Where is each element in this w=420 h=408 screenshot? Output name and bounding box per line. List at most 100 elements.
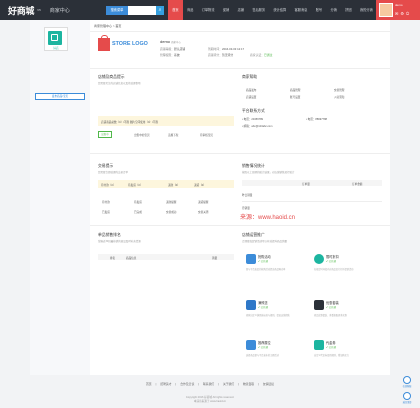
order-item[interactable]: 已发货	[102, 210, 110, 214]
promo-tile-voucher[interactable]: 代金券 ✔ 已开通 自定义代金券使用规则，增加购买力	[314, 338, 370, 368]
nav-item[interactable]: 店铺	[233, 0, 248, 20]
promo-tile-booth[interactable]: 推荐展位 ✔ 已开通 选择商品参与平台发布的主题活动	[246, 338, 302, 368]
help-item[interactable]: 商品管理	[290, 88, 300, 92]
promo-section-sub: 合理参加促销活动可以有效提升商品销量	[242, 240, 288, 243]
logout-icon[interactable]: ⏻	[406, 11, 409, 16]
nav-item[interactable]: 我的分销	[356, 0, 377, 20]
promo-tile-status-text: 已开通	[260, 306, 268, 309]
promo-tile-discount[interactable]: 限时折扣 ✔ 已开通 在规定时间段内对商品实行打折促销活动	[314, 252, 370, 282]
avatar[interactable]	[379, 3, 393, 17]
footer-link[interactable]: 首页	[146, 382, 152, 386]
sales-section-title: 销售情况统计	[242, 164, 265, 168]
discount-icon	[314, 254, 324, 264]
promo-tile-status-text: 已开通	[328, 346, 336, 349]
sales-row-label: 昨日销量	[242, 194, 253, 197]
selling-tag[interactable]: 出售中	[98, 131, 112, 138]
breadcrumb: 商家管理中心 > 首页	[94, 24, 122, 28]
username: demo	[395, 3, 403, 7]
footer-link[interactable]: 友情链接	[263, 382, 274, 386]
online-service-label: 在线客服	[402, 386, 412, 388]
nav-item[interactable]: 账号	[312, 0, 327, 20]
promo-tile-desc: 商品优惠套装、多重搭配更多实惠	[314, 315, 347, 317]
orders-tab[interactable]: 退款（0）	[168, 183, 180, 187]
menu-search[interactable]: 搜索菜单 ⌕	[106, 6, 164, 15]
sales-section-sub: 按照以上日期的统计结果，对店铺销售进行统计	[242, 171, 295, 174]
contact-mobile: • 电话：88997788	[306, 118, 327, 121]
nav-item[interactable]: 客服消息	[290, 0, 311, 20]
footer-separator: |	[175, 382, 177, 386]
promo-tile-groupbuy[interactable]: 抢购活动 ✔ 已开通 参与平台发起的抢购活动提高商品曝光率	[246, 252, 302, 282]
order-item[interactable]: 已完成	[134, 210, 142, 214]
promo-tile-status: ✔ 已开通	[258, 306, 268, 309]
shop-logo-icon	[48, 31, 62, 45]
footer-link[interactable]: 联系我们	[203, 382, 214, 386]
goods-item-pending[interactable]: 待审核宝贝	[200, 133, 213, 137]
help-item[interactable]: 店铺设置	[246, 95, 256, 99]
goods-notice: 店铺商品总数（0）/不限 图片空间使用（0）/不限	[98, 116, 234, 126]
user-box[interactable]: demo ✉ ⚙ ⏻	[376, 0, 420, 20]
nav-item[interactable]: 统计结算	[269, 0, 290, 20]
rank-col: 商品信息	[126, 256, 137, 260]
publish-goods-button[interactable]: 发布商品/宝贝	[35, 93, 85, 100]
divider	[242, 201, 382, 202]
shop-score-value: 暂无评分	[222, 53, 234, 57]
nav-item[interactable]: 商品	[183, 0, 198, 20]
sales-row-label: 月销量	[242, 207, 250, 210]
nav-item[interactable]: 售后服务	[248, 0, 269, 20]
help-item[interactable]: 交易管理	[334, 88, 344, 92]
shop-type-value[interactable]: 系统	[174, 53, 180, 57]
booth-icon	[246, 340, 256, 350]
help-item[interactable]: 商品发布	[246, 88, 256, 92]
orders-tab[interactable]: 退货（0）	[194, 183, 206, 187]
sales-col: 订单金额	[352, 182, 363, 186]
orders-tab[interactable]: 待发货（0）	[128, 183, 142, 187]
orders-tab[interactable]: 待付款（0）	[101, 183, 115, 187]
back-to-top-button[interactable]: 返回顶部	[400, 392, 414, 404]
help-item[interactable]: 入驻须知	[334, 95, 344, 99]
main-panel: 商家管理中心 > 首页 STORE LOGO demo 商家中心 店铺等级：默认…	[90, 20, 390, 375]
search-icon[interactable]: ⌕	[156, 6, 164, 15]
store-logo: STORE LOGO	[98, 35, 148, 52]
order-item[interactable]: 交易成功	[166, 210, 176, 214]
footer-link[interactable]: 招聘英才	[160, 382, 171, 386]
order-item[interactable]: 退款提醒	[166, 200, 176, 204]
promo-tile-bundle[interactable]: 优惠套装 ✔ 已开通 商品优惠套装、多重搭配更多实惠	[314, 298, 370, 328]
online-service-button[interactable]: 在线客服	[400, 376, 414, 388]
goods-item-violation[interactable]: 违规下架	[168, 133, 178, 137]
store-logo-text: STORE LOGO	[112, 41, 148, 47]
gear-icon[interactable]: ⚙	[400, 11, 404, 16]
order-item[interactable]: 待发货	[134, 200, 142, 204]
search-select[interactable]: 搜索菜单	[106, 6, 128, 15]
nav-item[interactable]: 促销	[219, 0, 234, 20]
site-logo[interactable]: 好商城	[8, 4, 34, 17]
lightning-icon	[246, 254, 256, 264]
footer-link[interactable]: 物流自取	[243, 382, 254, 386]
nav-item[interactable]: 首页	[168, 0, 183, 20]
shop-level-label: 店铺等级	[160, 47, 172, 51]
help-item[interactable]: 账号设置	[290, 95, 300, 99]
shop-score: 店铺评分：暂无评分	[208, 53, 234, 57]
promo-tile-desc: 自定义代金券使用规则，增加购买力	[314, 355, 349, 357]
divider	[90, 68, 390, 69]
order-item[interactable]: 交易关闭	[198, 210, 208, 214]
order-item[interactable]: 退货提醒	[198, 200, 208, 204]
order-item[interactable]: 待付款	[102, 200, 110, 204]
footer-link[interactable]: 合作及洽谈	[180, 382, 194, 386]
footer-copyright: Copyright 2016 好商城 All rights reserved. …	[0, 395, 420, 403]
brand[interactable]: 好商城 V5 商家中心	[8, 4, 70, 17]
contact-email: • 邮箱：abc@123abc.com	[242, 125, 273, 128]
nav-item[interactable]: 拼团	[341, 0, 356, 20]
mail-icon[interactable]: ✉	[395, 11, 398, 16]
promo-tile-desc: 在规定时间段内对商品实行打折促销活动	[314, 269, 354, 271]
goods-item-selling[interactable]: 出售中的宝贝	[134, 133, 150, 137]
contact-section-title: 平台联系方式	[242, 109, 265, 113]
footer-link[interactable]: 关于我们	[223, 382, 234, 386]
contact-phone-value: 23456789	[251, 118, 263, 121]
promo-tile-status: ✔ 已开通	[258, 260, 268, 263]
nav-item[interactable]: 订单物流	[198, 0, 219, 20]
contact-email-value: abc@123abc.com	[251, 125, 273, 128]
promo-tile-gift[interactable]: 满即送 ✔ 已开通 商家自定义满即送标准与规则，促进店铺销售	[246, 298, 302, 328]
footer-links: 首页 | 招聘英才 | 合作及洽谈 | 联系我们 | 关于我们 | 物流自取 | 友情链接	[0, 382, 420, 386]
nav-item[interactable]: 分销	[326, 0, 341, 20]
shop-level: 店铺等级：默认店铺	[160, 47, 186, 51]
